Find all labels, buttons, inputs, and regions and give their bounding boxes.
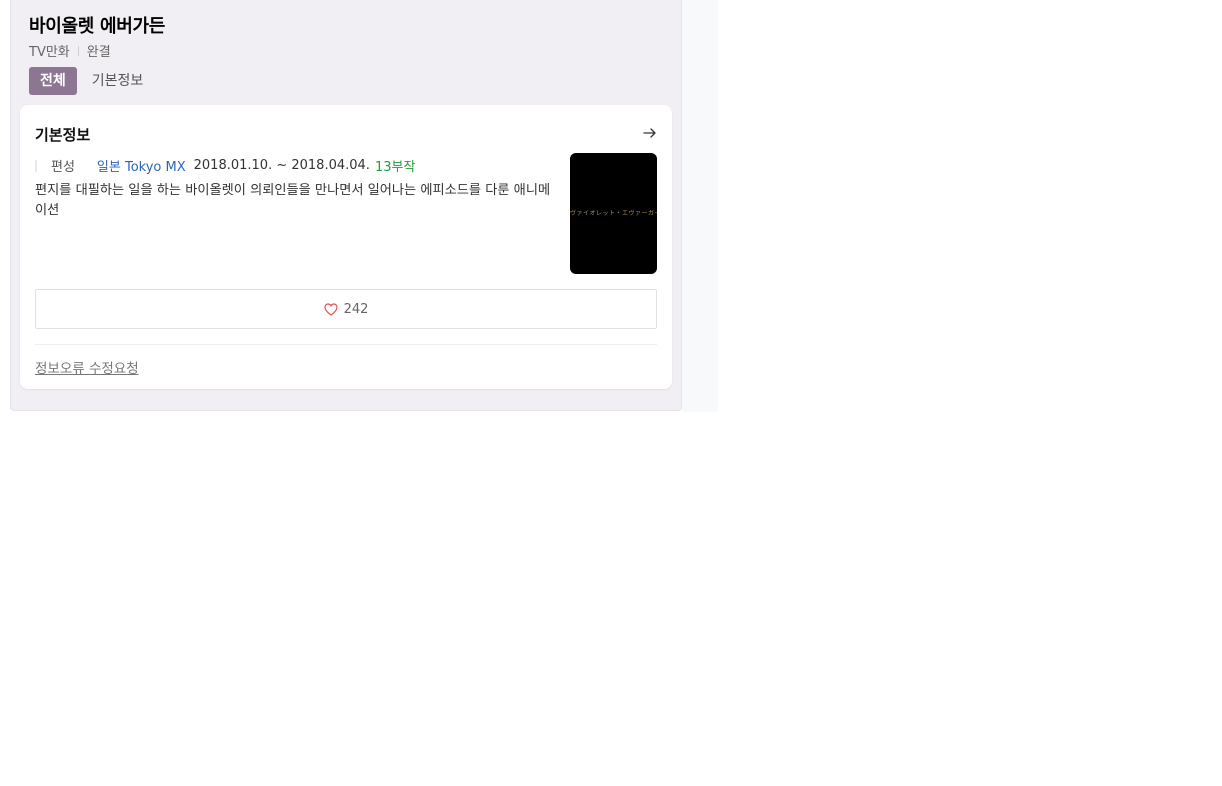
row-marker xyxy=(35,159,37,172)
episode-count: 13부작 xyxy=(374,160,416,175)
tab-bar: 전체 기본정보 xyxy=(29,67,154,95)
page-right-background xyxy=(682,0,718,412)
station-link[interactable]: 일본 Tokyo MX xyxy=(97,156,186,175)
arrow-right-icon[interactable] xyxy=(642,125,658,141)
info-panel: 바이올렛 에버가든 TV만화 완결 전체 기본정보 기본정보 편성 일본 Tok… xyxy=(10,0,682,411)
like-count: 242 xyxy=(343,301,369,317)
heart-icon xyxy=(323,302,338,316)
page-title: 바이올렛 에버가든 xyxy=(29,16,166,37)
air-dates: 2018.01.10. ~ 2018.04.04. xyxy=(193,158,370,173)
status-label: 완결 xyxy=(86,45,111,60)
broadcast-row: 편성 일본 Tokyo MX 2018.01.10. ~ 2018.04.04.… xyxy=(35,156,415,175)
tab-all[interactable]: 전체 xyxy=(29,67,77,95)
divider xyxy=(35,344,657,345)
category-label: TV만화 xyxy=(29,45,70,60)
broadcast-label: 편성 xyxy=(51,160,75,175)
poster-image[interactable]: ヴァイオレット・エヴァーガーデン xyxy=(570,153,657,274)
description: 편지를 대필하는 일을 하는 바이올렛이 의뢰인들을 만나면서 일어나는 에피소… xyxy=(35,183,551,218)
title-meta: TV만화 완결 xyxy=(29,41,111,60)
meta-divider xyxy=(77,45,79,56)
report-error-link[interactable]: 정보오류 수정요청 xyxy=(35,357,139,377)
tab-basic-info[interactable]: 기본정보 xyxy=(81,67,155,95)
section-title: 기본정보 xyxy=(35,126,91,144)
basic-info-card: 기본정보 편성 일본 Tokyo MX 2018.01.10. ~ 2018.0… xyxy=(20,105,672,389)
poster-title-logo: ヴァイオレット・エヴァーガーデン xyxy=(570,210,657,217)
like-button[interactable]: 242 xyxy=(35,289,657,329)
